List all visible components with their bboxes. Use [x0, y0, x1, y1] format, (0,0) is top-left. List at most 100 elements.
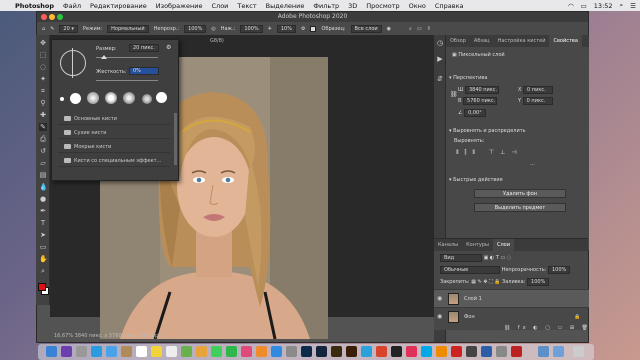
pressure-opacity-icon[interactable]: ◎ — [211, 26, 215, 32]
hardness-field[interactable]: 0% — [129, 67, 159, 75]
crop-tool-icon[interactable]: ⌗ — [39, 87, 47, 95]
books-icon[interactable] — [256, 346, 267, 357]
align-buttons-row[interactable]: ⫴⫿⫴ ⊤⊥⊣ — [456, 149, 523, 157]
messages-icon[interactable] — [211, 346, 222, 357]
eye-icon[interactable]: ◉ — [437, 290, 442, 308]
healing-tool-icon[interactable]: ✚ — [39, 111, 47, 119]
tab-brush-settings[interactable]: Настройка кистей — [494, 35, 550, 47]
gear-icon[interactable]: ⚙ — [166, 44, 171, 51]
eraser-tool-icon[interactable]: ▱ — [39, 159, 47, 167]
pen-tool-icon[interactable]: ✒ — [39, 207, 47, 215]
layer-actions-row[interactable]: ⛓ fx ◐ ▢ ▭ ⊞ 🗑 — [504, 325, 591, 331]
clock[interactable]: 13:52 — [594, 2, 613, 10]
fill-field[interactable]: 100% — [527, 278, 550, 286]
siri-icon[interactable] — [61, 346, 72, 357]
stamp-tool-icon[interactable]: ⎙ — [39, 135, 47, 143]
layer-row-background[interactable]: ◉ Фон 🔒 — [434, 307, 589, 325]
flow-field[interactable]: 100% — [240, 24, 263, 33]
terminal-icon[interactable] — [391, 346, 402, 357]
align-section-title[interactable]: ▾ Выровнять и распределить — [449, 128, 526, 134]
y-field[interactable]: 0 пикс. — [522, 97, 553, 105]
maps-icon[interactable] — [181, 346, 192, 357]
music-icon[interactable] — [406, 346, 417, 357]
menu-list-icon[interactable]: ☰ — [630, 2, 636, 10]
telegram-icon[interactable] — [361, 346, 372, 357]
photoshop-icon[interactable] — [301, 346, 312, 357]
skype-icon[interactable] — [421, 346, 432, 357]
transform-section-title[interactable]: ▾ Перспектива — [449, 75, 487, 81]
calendar-icon[interactable] — [136, 346, 147, 357]
lasso-tool-icon[interactable]: ◌ — [39, 63, 47, 71]
menu-view[interactable]: Просмотр — [366, 2, 399, 10]
history-panel-icon[interactable]: ◷ — [436, 39, 444, 47]
dodge-tool-icon[interactable]: ● — [39, 195, 47, 203]
blur-tool-icon[interactable]: 💧 — [39, 183, 48, 191]
workspace-icon[interactable]: ▭ — [417, 26, 422, 32]
share-icon[interactable]: ⇪ — [427, 26, 431, 32]
remove-background-button[interactable]: Удалить фон — [474, 189, 566, 198]
menu-layers[interactable]: Слои — [212, 2, 229, 10]
airbrush-icon[interactable]: ✈ — [268, 26, 272, 32]
mode-select[interactable]: Нормальный — [107, 24, 149, 33]
layer-filter-select[interactable]: Вид — [440, 254, 482, 262]
brush-preset-picker[interactable]: 20 ▾ — [59, 24, 78, 33]
brush-folder-dry[interactable]: Сухие кисти — [58, 127, 170, 139]
brush-folder-basic[interactable]: Основные кисти — [58, 113, 170, 125]
wifi-icon[interactable]: ◠ — [568, 2, 574, 10]
brush-tip-1[interactable] — [60, 97, 64, 101]
foreground-color-swatch[interactable] — [38, 283, 46, 291]
brush-tip-7[interactable] — [156, 92, 167, 103]
hand-tool-icon[interactable]: ✋ — [39, 255, 48, 263]
minimize-window-button[interactable] — [49, 14, 55, 20]
zoom-window-button[interactable] — [57, 14, 63, 20]
link-icon[interactable]: ⛓ — [450, 91, 458, 98]
app-icon-5[interactable] — [511, 346, 522, 357]
search-icon[interactable]: ⌕ — [620, 1, 624, 10]
smoothing-field[interactable]: 10% — [276, 24, 296, 33]
tab-overview[interactable]: Обзор — [446, 35, 470, 47]
app-icon-2[interactable] — [466, 346, 477, 357]
menu-select[interactable]: Выделение — [266, 2, 305, 10]
opacity-field[interactable]: 100% — [184, 24, 207, 33]
system-preferences-icon[interactable] — [286, 346, 297, 357]
trash-icon[interactable] — [573, 346, 584, 357]
menu-app-name[interactable]: Photoshop — [15, 2, 54, 10]
angle-field[interactable]: 0,00° — [464, 109, 486, 117]
battery-icon[interactable]: ▭ — [581, 2, 587, 10]
launchpad-icon[interactable] — [76, 346, 87, 357]
safari-icon[interactable] — [91, 346, 102, 357]
app-store-icon[interactable] — [271, 346, 282, 357]
x-field[interactable]: 0 пикс. — [523, 86, 554, 94]
size-slider-thumb[interactable] — [101, 55, 107, 59]
panel-scrollbar[interactable] — [174, 113, 177, 165]
height-field[interactable]: 5760 пикс. — [463, 97, 498, 105]
finder-icon[interactable] — [46, 346, 57, 357]
menu-filter[interactable]: Фильтр — [313, 2, 339, 10]
brush-angle-preview[interactable] — [60, 50, 86, 76]
sample-select[interactable]: Все слои — [350, 24, 382, 33]
actions-panel-icon[interactable]: ▶ — [436, 55, 444, 63]
menu-file[interactable]: Файл — [63, 2, 81, 10]
brush-folder-wet[interactable]: Мокрые кисти — [58, 141, 170, 153]
path-select-tool-icon[interactable]: ➤ — [39, 231, 47, 239]
bridge-icon[interactable] — [331, 346, 342, 357]
marquee-tool-icon[interactable]: ⬚ — [39, 51, 47, 59]
gradient-tool-icon[interactable]: ▤ — [39, 171, 47, 179]
brush-tip-6[interactable] — [142, 94, 152, 104]
menu-text[interactable]: Текст — [237, 2, 256, 10]
menu-3d[interactable]: 3D — [348, 2, 357, 10]
hardness-slider[interactable] — [96, 80, 158, 81]
gear-icon[interactable]: ⚙ — [301, 26, 305, 32]
more-options-icon[interactable]: ··· — [530, 162, 535, 168]
tab-layers[interactable]: Слои — [492, 239, 514, 251]
tab-paths[interactable]: Контуры — [462, 239, 493, 251]
menu-window[interactable]: Окно — [409, 2, 426, 10]
width-field[interactable]: 3840 пикс. — [464, 86, 499, 94]
brush-tip-2[interactable] — [70, 93, 81, 104]
target-icon[interactable]: ◉ — [387, 26, 391, 32]
search-icon[interactable]: ⌕ — [409, 26, 412, 32]
size-field[interactable]: 20 пикс. — [129, 44, 159, 52]
brush-tip-4[interactable] — [105, 92, 117, 104]
reminders-icon[interactable] — [166, 346, 177, 357]
brush-tool-icon[interactable]: ✎ — [39, 123, 47, 131]
